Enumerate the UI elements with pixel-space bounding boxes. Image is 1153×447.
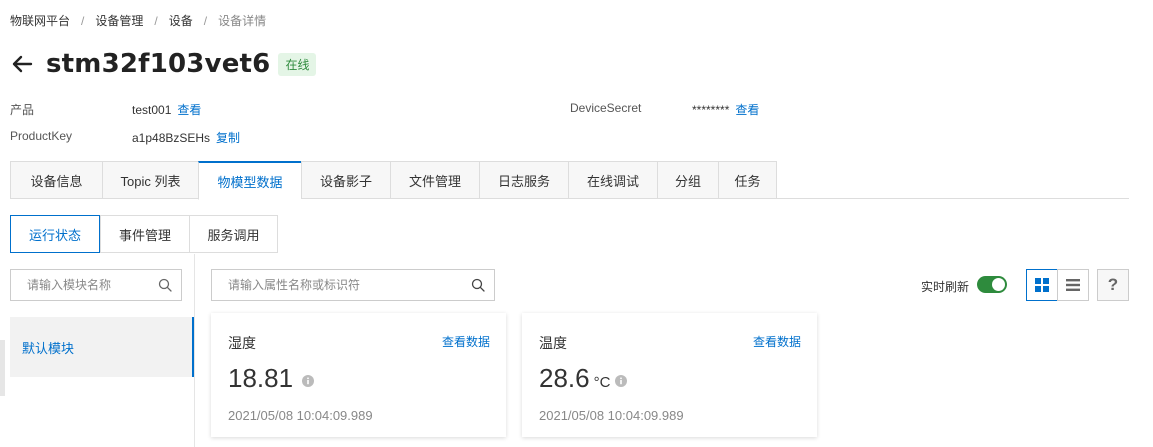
- tab-thing-model-data[interactable]: 物模型数据: [198, 161, 301, 200]
- tab-topic-list[interactable]: Topic 列表: [102, 161, 198, 199]
- devicesecret-value: ********: [692, 103, 730, 117]
- tab-log-service[interactable]: 日志服务: [479, 161, 568, 199]
- breadcrumb-item-device-detail: 设备详情: [218, 14, 267, 28]
- info-icon[interactable]: [302, 374, 315, 387]
- devicesecret-view-link[interactable]: 查看: [735, 103, 759, 117]
- help-button[interactable]: ?: [1097, 269, 1129, 301]
- module-item-default[interactable]: 默认模块: [10, 317, 194, 377]
- card-title: 湿度: [228, 335, 256, 351]
- product-value: test001: [132, 103, 172, 117]
- product-info: 产品 test001 查看: [10, 101, 310, 117]
- panel-divider: [194, 254, 195, 447]
- page-header: stm32f103vet6 在线: [10, 48, 317, 80]
- breadcrumb-separator: /: [154, 13, 158, 28]
- breadcrumb-separator: /: [203, 13, 208, 28]
- page-title: stm32f103vet6: [46, 49, 271, 79]
- module-search-box: [10, 269, 182, 301]
- view-data-link[interactable]: 查看数据: [753, 333, 801, 350]
- grid-view-icon: [1035, 278, 1049, 292]
- subtab-event-management[interactable]: 事件管理: [100, 215, 189, 253]
- productkey-value-group: a1p48BzSEHs 复制: [132, 129, 240, 146]
- card-value: 18.81: [228, 363, 294, 393]
- property-search-input[interactable]: [212, 270, 494, 300]
- realtime-refresh-toggle[interactable]: [977, 276, 1007, 293]
- productkey-value: a1p48BzSEHs: [132, 131, 211, 145]
- productkey-info: ProductKey a1p48BzSEHs 复制: [10, 129, 310, 145]
- property-card-humidity: 湿度 查看数据 18.81 2021/05/08 10:04:09.989: [211, 313, 506, 437]
- list-view-icon: [1066, 279, 1080, 291]
- search-icon[interactable]: [158, 278, 172, 292]
- property-card-temperature: 温度 查看数据 28.6 °C 2021/05/08 10:04:09.989: [522, 313, 817, 437]
- productkey-label: ProductKey: [10, 129, 73, 143]
- tab-file-management[interactable]: 文件管理: [390, 161, 479, 199]
- card-unit: °C: [593, 374, 611, 391]
- realtime-refresh-label: 实时刷新: [921, 280, 970, 294]
- card-value-row: 18.81: [228, 363, 315, 394]
- list-view-button[interactable]: [1057, 269, 1089, 301]
- breadcrumb: 物联网平台 / 设备管理 / 设备 / 设备详情: [10, 12, 266, 29]
- help-icon: ?: [1107, 275, 1119, 294]
- devicesecret-value-group: ******** 查看: [692, 101, 759, 118]
- breadcrumb-item-devices[interactable]: 设备: [169, 12, 193, 29]
- module-search-input[interactable]: [11, 270, 181, 300]
- view-data-link[interactable]: 查看数据: [442, 333, 490, 350]
- tab-device-info[interactable]: 设备信息: [10, 161, 102, 199]
- tab-group[interactable]: 分组: [657, 161, 718, 199]
- breadcrumb-item-device-management[interactable]: 设备管理: [95, 12, 143, 29]
- left-scroll-edge: [0, 340, 5, 396]
- breadcrumb-item-iot-platform[interactable]: 物联网平台: [10, 12, 70, 29]
- devicesecret-label: DeviceSecret: [570, 101, 642, 115]
- tab-tasks[interactable]: 任务: [718, 161, 777, 199]
- info-icon[interactable]: [615, 374, 628, 387]
- property-search-box: [211, 269, 495, 301]
- back-arrow-icon[interactable]: [10, 52, 34, 76]
- subtab-running-status[interactable]: 运行状态: [10, 215, 100, 253]
- tab-device-shadow[interactable]: 设备影子: [301, 161, 390, 199]
- card-value: 28.6: [539, 363, 590, 393]
- card-title: 温度: [539, 335, 567, 351]
- sub-tabs: 运行状态 事件管理 服务调用: [10, 215, 278, 253]
- card-timestamp: 2021/05/08 10:04:09.989: [539, 408, 684, 423]
- breadcrumb-separator: /: [81, 13, 85, 28]
- subtab-service-call[interactable]: 服务调用: [189, 215, 278, 253]
- card-timestamp: 2021/05/08 10:04:09.989: [228, 408, 373, 423]
- grid-view-button[interactable]: [1026, 269, 1058, 301]
- product-value-group: test001 查看: [132, 101, 201, 118]
- devicesecret-info: DeviceSecret ******** 查看: [570, 101, 870, 117]
- productkey-copy-link[interactable]: 复制: [216, 131, 240, 145]
- card-value-row: 28.6 °C: [539, 363, 628, 394]
- status-badge: 在线: [278, 52, 317, 76]
- search-icon[interactable]: [471, 278, 485, 292]
- product-view-link[interactable]: 查看: [177, 103, 201, 117]
- product-label: 产品: [10, 103, 35, 117]
- tab-online-debug[interactable]: 在线调试: [568, 161, 657, 199]
- toggle-knob: [992, 278, 1005, 291]
- main-tabs: 设备信息 Topic 列表 物模型数据 设备影子 文件管理 日志服务 在线调试 …: [10, 161, 1129, 200]
